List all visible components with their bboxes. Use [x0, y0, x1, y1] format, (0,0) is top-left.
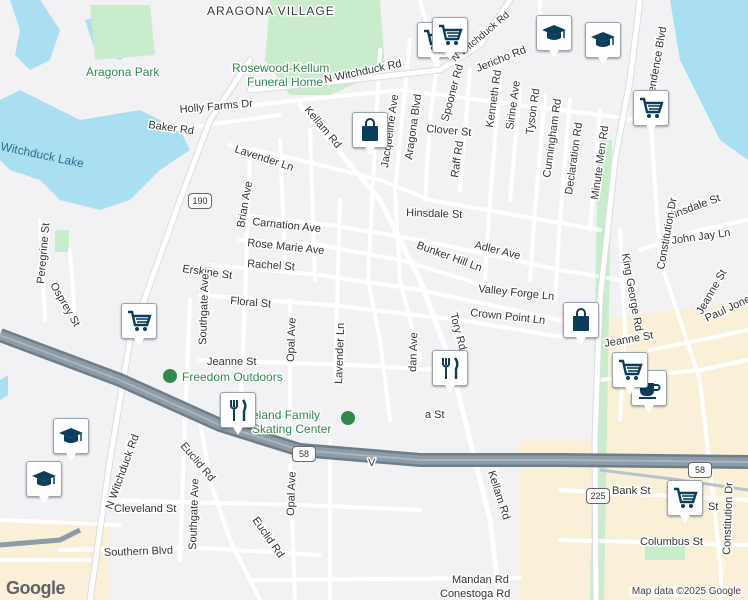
shopping-cart-pin[interactable] — [633, 90, 669, 133]
street-st-partial: St — [708, 501, 718, 513]
label-funeral-home-2: Funeral Home — [247, 75, 323, 89]
graduation-cap-pin[interactable] — [53, 418, 89, 461]
label-aragona-village-line1: ARAGONA VILLAGE — [207, 4, 335, 18]
map-canvas[interactable]: ARAGONA VILLAGE Aragona Park Witchduck L… — [0, 0, 748, 600]
aragona-park — [90, 5, 155, 60]
label-funeral-home-1: Rosewood-Kellum — [232, 61, 329, 75]
restaurant-pin[interactable] — [220, 392, 256, 435]
street-jordan-ave: dan Ave — [407, 332, 420, 372]
street-southgate-ave-top: Southgate Ave — [197, 273, 211, 345]
label-skating-center-2: Skating Center — [252, 422, 331, 436]
street-constitution-dr-bottom: Constitution Dr — [721, 482, 736, 555]
skating-center-marker-icon — [341, 411, 355, 425]
restaurant-pin[interactable] — [432, 350, 468, 393]
route-shield-190: 190 — [188, 193, 212, 209]
freedom-outdoors-marker-icon — [163, 369, 177, 383]
street-jeanne-st-west: Jeanne St — [207, 356, 257, 368]
route-shield-225: 225 — [586, 488, 610, 504]
street-cleveland-st: Cleveland St — [114, 503, 176, 515]
graduation-cap-pin[interactable] — [536, 15, 572, 58]
route-shield-58-west: 58 — [292, 446, 316, 462]
shopping-cart-pin[interactable] — [432, 17, 468, 60]
label-freedom-outdoors: Freedom Outdoors — [182, 370, 283, 384]
google-logo: Google — [6, 578, 66, 598]
label-aragona-park: Aragona Park — [86, 65, 160, 79]
street-opal-ave-bottom: Opal Ave — [285, 471, 299, 516]
street-lavender-ln-bottom: Lavender Ln — [333, 323, 347, 385]
street-opal-ave-top: Opal Ave — [285, 317, 299, 362]
street-columbus-st: Columbus St — [640, 536, 703, 548]
shopping-bag-pin[interactable] — [563, 302, 599, 345]
street-v-partial: V — [368, 457, 376, 469]
graduation-cap-pin[interactable] — [585, 22, 621, 65]
street-conestoga-rd: Conestoga Rd — [440, 588, 510, 600]
graduation-cap-pin[interactable] — [26, 461, 62, 504]
map-attribution[interactable]: Map data ©2025 Google — [628, 586, 744, 597]
label-skating-center-1: eland Family — [252, 408, 320, 422]
street-southgate-ave-bottom: Southgate Ave — [187, 478, 201, 550]
route-shield-58-east: 58 — [688, 462, 712, 478]
street-bank-st: Bank St — [612, 485, 651, 497]
shopping-cart-pin[interactable] — [121, 303, 157, 346]
shopping-cart-pin[interactable] — [667, 480, 703, 523]
street-hinsdale-st: Hinsdale St — [406, 207, 463, 221]
shopping-cart-pin[interactable] — [612, 352, 648, 395]
street-ra-st: a St — [425, 409, 445, 421]
street-mandan-rd: Mandan Rd — [452, 574, 509, 586]
street-southern-blvd: Southern Blvd — [104, 545, 173, 559]
shopping-bag-pin[interactable] — [352, 112, 388, 155]
